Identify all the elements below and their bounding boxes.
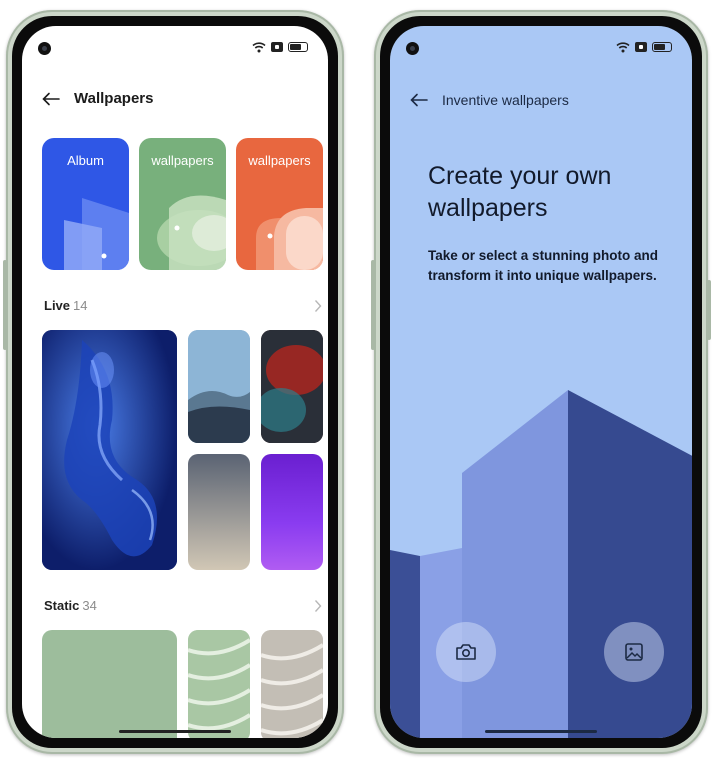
battery-icon [288, 42, 308, 52]
camera-button[interactable] [436, 622, 496, 682]
section-count: 34 [82, 598, 97, 613]
section-header-live[interactable]: Live 14 [44, 298, 87, 313]
gallery-button[interactable] [604, 622, 664, 682]
inventive-wallpapers-screen: Inventive wallpapers Create your own wal… [390, 26, 692, 738]
status-bar [616, 41, 672, 53]
category-label: wallpapers [248, 153, 311, 168]
section-count: 14 [73, 298, 88, 313]
section-header-static[interactable]: Static 34 [44, 598, 97, 613]
heading: Create your own wallpapers [428, 162, 612, 222]
volume-button [3, 260, 7, 350]
sim-icon [271, 42, 283, 52]
static-wallpaper-grey-fabric[interactable] [261, 630, 323, 738]
fabric-art [188, 630, 250, 738]
category-wallpapers-orange[interactable]: wallpapers [236, 138, 323, 270]
chevron-right-icon[interactable] [314, 299, 322, 313]
camera-icon [456, 644, 476, 660]
fabric-art [261, 630, 323, 738]
building-illustration [390, 390, 692, 738]
front-camera [406, 42, 419, 55]
power-button [707, 280, 711, 340]
live-wallpaper-smoke[interactable] [261, 330, 323, 443]
live-wallpaper-blue-glass[interactable] [42, 330, 177, 570]
phone-frame-right: Inventive wallpapers Create your own wal… [371, 10, 711, 754]
wifi-icon [616, 42, 630, 53]
arrow-left-icon[interactable] [42, 92, 60, 106]
wallpapers-screen: Wallpapers Album wallpapers wallpapers L… [22, 26, 328, 738]
top-bar: Inventive wallpapers [410, 92, 569, 108]
live-wallpaper-mountains[interactable] [188, 330, 250, 443]
static-wallpaper-sage[interactable] [42, 630, 177, 738]
page-title: Wallpapers [74, 90, 154, 107]
volume-button [371, 260, 375, 350]
category-label: wallpapers [151, 153, 214, 168]
live-wallpaper-purple[interactable] [261, 454, 323, 570]
description: Take or select a stunning photo and tran… [428, 248, 659, 283]
section-title: Live [44, 298, 71, 313]
sim-icon [635, 42, 647, 52]
phone-frame-left: Wallpapers Album wallpapers wallpapers L… [3, 10, 344, 754]
image-icon [625, 643, 643, 661]
category-album[interactable]: Album [42, 138, 129, 270]
front-camera [38, 42, 51, 55]
live-wallpaper-dusk[interactable] [188, 454, 250, 570]
category-wallpapers-green[interactable]: wallpapers [139, 138, 226, 270]
bezel: Inventive wallpapers Create your own wal… [380, 16, 702, 748]
section-title: Static [44, 598, 80, 613]
home-indicator[interactable] [119, 730, 231, 733]
smoke-art [261, 330, 323, 443]
mountain-art [188, 330, 250, 443]
chevron-right-icon[interactable] [314, 599, 322, 613]
category-label: Album [67, 153, 104, 168]
arrow-left-icon[interactable] [410, 93, 428, 107]
static-wallpaper-green-fabric[interactable] [188, 630, 250, 738]
battery-icon [652, 42, 672, 52]
wifi-icon [252, 42, 266, 53]
status-bar [252, 41, 308, 53]
top-bar: Wallpapers [42, 90, 153, 107]
bezel: Wallpapers Album wallpapers wallpapers L… [12, 16, 338, 748]
page-title: Inventive wallpapers [442, 92, 569, 108]
glass-art [42, 330, 177, 570]
home-indicator[interactable] [485, 730, 597, 733]
